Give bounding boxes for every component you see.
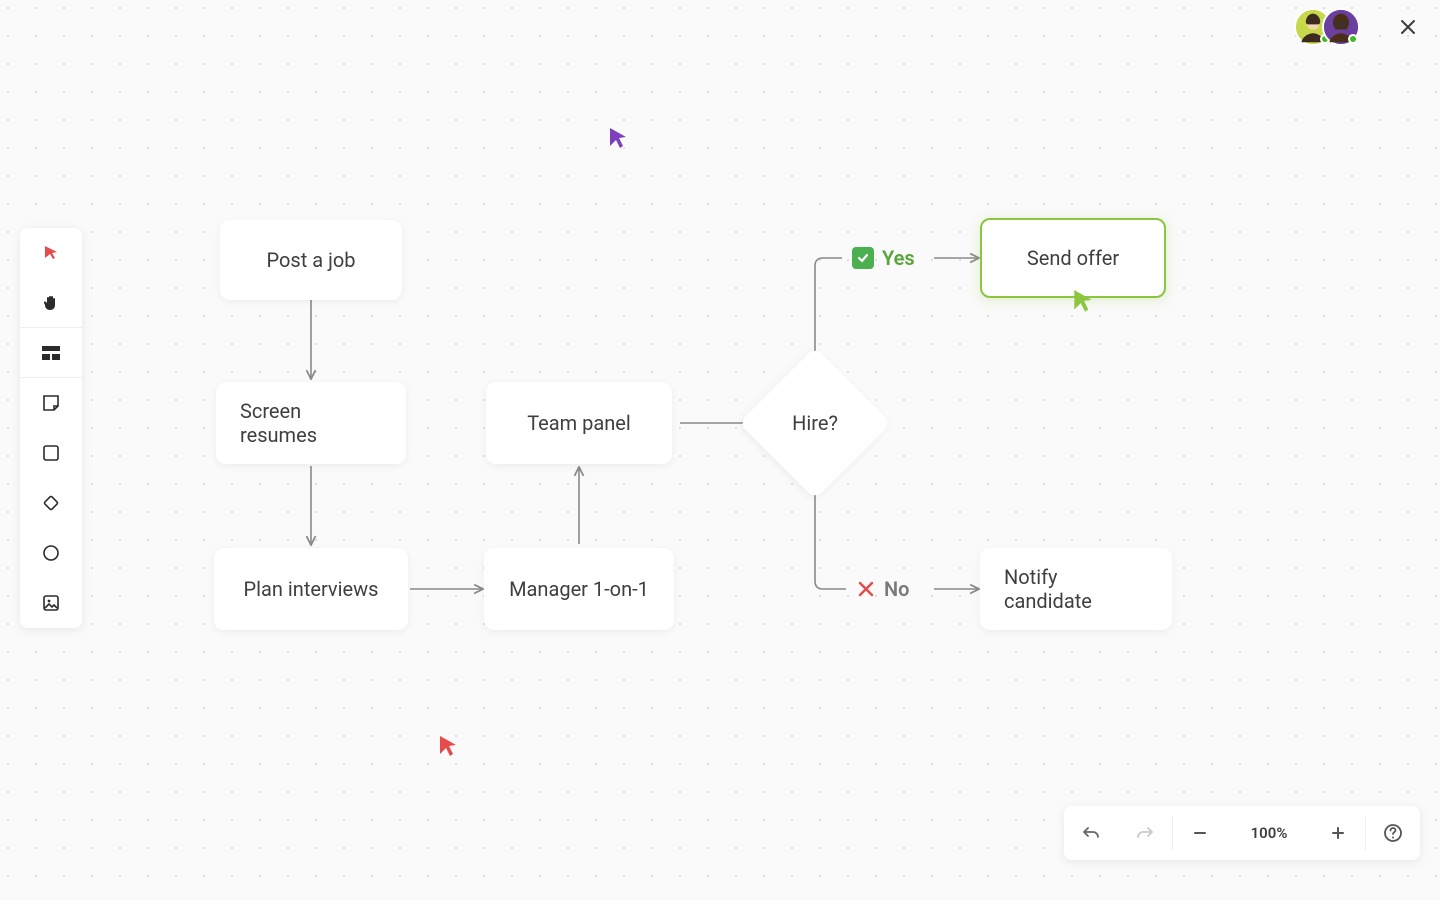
- circle-icon: [42, 544, 60, 562]
- minus-icon: [1192, 825, 1208, 841]
- branch-yes: Yes: [852, 246, 915, 270]
- node-team-panel[interactable]: Team panel: [486, 382, 672, 464]
- diamond-icon: [41, 493, 61, 513]
- cursor-icon: [438, 734, 460, 760]
- tool-image[interactable]: [20, 578, 82, 628]
- node-label: Team panel: [527, 411, 631, 435]
- tool-rectangle[interactable]: [20, 428, 82, 478]
- node-label: Post a job: [267, 248, 356, 272]
- node-manager-1on1[interactable]: Manager 1-on-1: [484, 548, 674, 630]
- sticky-note-icon: [42, 394, 60, 412]
- avatar-collaborator-2[interactable]: [1322, 8, 1360, 46]
- help-button[interactable]: [1366, 806, 1420, 860]
- square-icon: [42, 444, 60, 462]
- close-icon: [1399, 18, 1417, 36]
- node-plan-interviews[interactable]: Plan interviews: [214, 548, 408, 630]
- node-send-offer[interactable]: Send offer: [980, 218, 1166, 298]
- node-label: Hire?: [792, 411, 838, 435]
- redo-icon: [1135, 823, 1155, 843]
- tool-sticky-note[interactable]: [20, 378, 82, 428]
- remote-cursor-purple: [608, 126, 630, 156]
- shape-toolbar: [20, 228, 82, 628]
- branch-label-text: Yes: [882, 246, 915, 270]
- cursor-icon: [42, 244, 60, 262]
- tool-section[interactable]: [20, 328, 82, 378]
- cursor-icon: [608, 126, 630, 152]
- hand-icon: [41, 293, 61, 313]
- redo-button[interactable]: [1118, 806, 1172, 860]
- node-post-a-job[interactable]: Post a job: [220, 220, 402, 300]
- collaborator-avatars: [1294, 8, 1360, 46]
- section-icon: [41, 345, 61, 361]
- remote-cursor-red: [438, 734, 460, 764]
- node-label: Screen resumes: [240, 399, 382, 447]
- zoom-level[interactable]: 100%: [1227, 824, 1311, 842]
- image-icon: [42, 594, 60, 612]
- plus-icon: [1330, 825, 1346, 841]
- presence-dot-icon: [1348, 34, 1358, 44]
- node-screen-resumes[interactable]: Screen resumes: [216, 382, 406, 464]
- undo-icon: [1081, 823, 1101, 843]
- tool-diamond[interactable]: [20, 478, 82, 528]
- branch-label-text: No: [884, 577, 909, 601]
- zoom-out-button[interactable]: [1173, 806, 1227, 860]
- node-label: Manager 1-on-1: [509, 577, 649, 601]
- node-label: Notify candidate: [1004, 565, 1148, 613]
- node-label: Plan interviews: [244, 577, 379, 601]
- undo-button[interactable]: [1064, 806, 1118, 860]
- tool-ellipse[interactable]: [20, 528, 82, 578]
- tool-select[interactable]: [20, 228, 82, 278]
- x-icon: [856, 579, 876, 599]
- node-notify-candidate[interactable]: Notify candidate: [980, 548, 1172, 630]
- node-hire-decision[interactable]: Hire?: [761, 369, 869, 477]
- node-label: Send offer: [1027, 246, 1119, 270]
- check-icon: [852, 247, 874, 269]
- zoom-in-button[interactable]: [1311, 806, 1365, 860]
- help-icon: [1383, 823, 1403, 843]
- tool-hand[interactable]: [20, 278, 82, 328]
- branch-no: No: [856, 577, 909, 601]
- header: [1294, 8, 1422, 46]
- zoom-toolbar: 100%: [1064, 806, 1420, 860]
- close-button[interactable]: [1394, 13, 1422, 41]
